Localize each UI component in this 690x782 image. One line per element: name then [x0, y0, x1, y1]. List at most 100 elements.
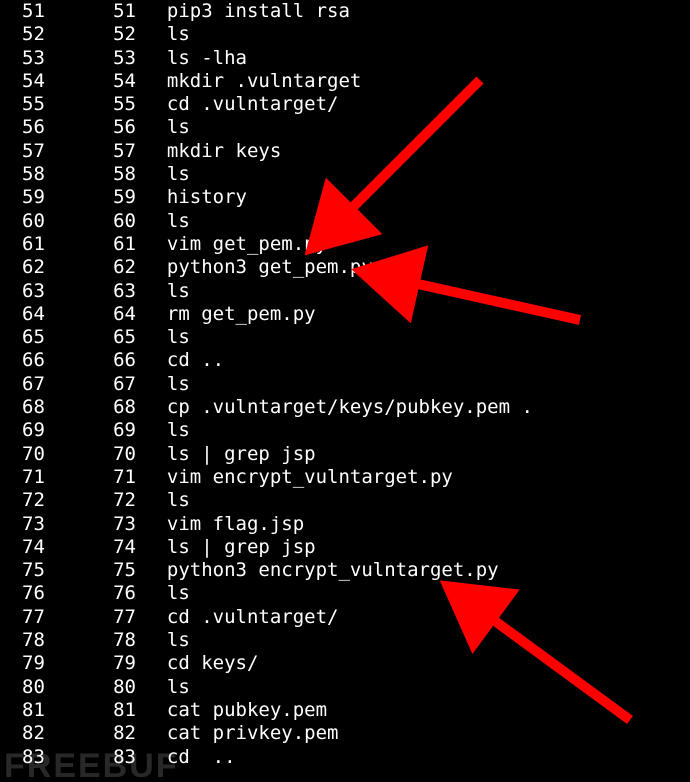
line-number: 75 [0, 559, 92, 582]
history-command: cp .vulntarget/keys/pubkey.pem . [140, 396, 533, 419]
line-number: 57 [0, 140, 92, 163]
history-command: ls [140, 163, 190, 186]
line-number: 65 [0, 326, 92, 349]
history-command: ls [140, 116, 190, 139]
history-command: ls [140, 489, 190, 512]
history-command: ls [140, 676, 190, 699]
line-number: 81 [0, 699, 92, 722]
history-row: 5454 mkdir .vulntarget [0, 70, 690, 93]
line-number: 72 [0, 489, 92, 512]
history-index: 55 [92, 93, 140, 116]
history-index: 76 [92, 582, 140, 605]
history-index: 64 [92, 303, 140, 326]
history-index: 61 [92, 233, 140, 256]
history-command: history [140, 186, 247, 209]
line-number: 56 [0, 116, 92, 139]
line-number: 61 [0, 233, 92, 256]
history-command: ls [140, 210, 190, 233]
history-index: 79 [92, 652, 140, 675]
line-number: 78 [0, 629, 92, 652]
history-index: 68 [92, 396, 140, 419]
history-index: 75 [92, 559, 140, 582]
history-command: rm get_pem.py [140, 303, 316, 326]
line-number: 79 [0, 652, 92, 675]
history-index: 78 [92, 629, 140, 652]
history-command: cat privkey.pem [140, 722, 338, 745]
history-row: 7979 cd keys/ [0, 652, 690, 675]
history-row: 7272 ls [0, 489, 690, 512]
history-row: 7777 cd .vulntarget/ [0, 606, 690, 629]
history-row: 5151 pip3 install rsa [0, 0, 690, 23]
line-number: 59 [0, 186, 92, 209]
history-index: 62 [92, 256, 140, 279]
history-command: cd .. [140, 746, 236, 769]
history-command: ls -lha [140, 47, 247, 70]
history-index: 66 [92, 349, 140, 372]
line-number: 69 [0, 419, 92, 442]
history-index: 52 [92, 23, 140, 46]
history-row: 5757 mkdir keys [0, 140, 690, 163]
line-number: 74 [0, 536, 92, 559]
line-number: 82 [0, 722, 92, 745]
history-command: cat pubkey.pem [140, 699, 327, 722]
line-number: 53 [0, 47, 92, 70]
history-row: 8383 cd .. [0, 746, 690, 769]
history-row: 7373 vim flag.jsp [0, 513, 690, 536]
history-row: 8181 cat pubkey.pem [0, 699, 690, 722]
history-command: vim flag.jsp [140, 513, 304, 536]
history-row: 7474 ls | grep jsp [0, 536, 690, 559]
line-number: 63 [0, 280, 92, 303]
line-number: 60 [0, 210, 92, 233]
line-number: 62 [0, 256, 92, 279]
history-row: 6666 cd .. [0, 349, 690, 372]
history-index: 53 [92, 47, 140, 70]
history-command: vim encrypt_vulntarget.py [140, 466, 453, 489]
history-index: 59 [92, 186, 140, 209]
history-command: ls [140, 280, 190, 303]
line-number: 55 [0, 93, 92, 116]
history-index: 54 [92, 70, 140, 93]
history-command: cd .. [140, 349, 224, 372]
history-row: 6868 cp .vulntarget/keys/pubkey.pem . [0, 396, 690, 419]
history-command: mkdir .vulntarget [140, 70, 361, 93]
history-index: 77 [92, 606, 140, 629]
history-index: 71 [92, 466, 140, 489]
history-command: mkdir keys [140, 140, 281, 163]
history-index: 65 [92, 326, 140, 349]
line-number: 51 [0, 0, 92, 23]
line-number: 70 [0, 443, 92, 466]
history-command: cd .vulntarget/ [140, 606, 338, 629]
history-command: ls [140, 419, 190, 442]
history-index: 51 [92, 0, 140, 23]
history-row: 7575 python3 encrypt_vulntarget.py [0, 559, 690, 582]
history-row: 7171 vim encrypt_vulntarget.py [0, 466, 690, 489]
history-index: 63 [92, 280, 140, 303]
line-number: 71 [0, 466, 92, 489]
history-command: pip3 install rsa [140, 0, 350, 23]
history-row: 6060 ls [0, 210, 690, 233]
history-row: 5353 ls -lha [0, 47, 690, 70]
history-index: 72 [92, 489, 140, 512]
history-command: ls | grep jsp [140, 443, 316, 466]
history-row: 6464 rm get_pem.py [0, 303, 690, 326]
line-number: 54 [0, 70, 92, 93]
history-command: cd keys/ [140, 652, 258, 675]
history-row: 7676 ls [0, 582, 690, 605]
history-index: 67 [92, 373, 140, 396]
history-row: 8282 cat privkey.pem [0, 722, 690, 745]
history-row: 5858 ls [0, 163, 690, 186]
line-number: 77 [0, 606, 92, 629]
history-command: ls [140, 582, 190, 605]
line-number: 83 [0, 746, 92, 769]
history-row: 5252 ls [0, 23, 690, 46]
history-index: 60 [92, 210, 140, 233]
terminal-output: 5151 pip3 install rsa5252 ls5353 ls -lha… [0, 0, 690, 769]
history-index: 80 [92, 676, 140, 699]
line-number: 76 [0, 582, 92, 605]
history-command: cd .vulntarget/ [140, 93, 338, 116]
history-index: 81 [92, 699, 140, 722]
line-number: 64 [0, 303, 92, 326]
history-index: 74 [92, 536, 140, 559]
history-command: ls [140, 629, 190, 652]
history-row: 6262 python3 get_pem.py [0, 256, 690, 279]
